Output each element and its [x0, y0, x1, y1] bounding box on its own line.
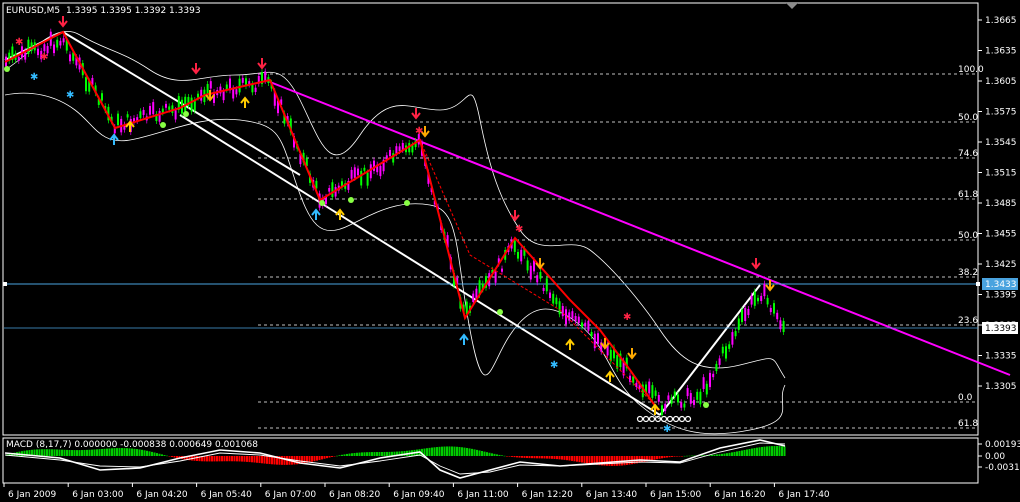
time-tick: 6 Jan 13:40 — [586, 490, 638, 500]
svg-text:✱: ✱ — [663, 424, 671, 435]
macd-tick: 0.00 — [985, 452, 1005, 462]
fibo-level-label: 50.0 — [958, 113, 978, 123]
time-tick: 6 Jan 04:20 — [136, 490, 188, 500]
price-tick: 1.3335 — [985, 352, 1017, 362]
time-tick: 6 Jan 03:00 — [72, 490, 124, 500]
price-line-handle-left[interactable] — [3, 282, 7, 286]
fibo-level-label: 61.8 — [958, 190, 978, 200]
fibo-level-label: 61.8 — [958, 419, 978, 429]
time-tick: 6 Jan 05:40 — [201, 490, 253, 500]
time-tick: 6 Jan 12:20 — [522, 490, 574, 500]
time-tick: 6 Jan 09:40 — [393, 490, 445, 500]
price-tick: 1.3515 — [985, 169, 1017, 179]
current-price-text: 1.3393 — [985, 324, 1017, 334]
price-tick: 1.3605 — [985, 77, 1017, 87]
time-tick: 6 Jan 17:40 — [778, 490, 830, 500]
price-tick: 1.3305 — [985, 382, 1017, 392]
price-tick: 1.3635 — [985, 47, 1017, 57]
fibo-level-label: 38.2 — [958, 268, 978, 278]
fibo-level-label: 100.0 — [958, 65, 984, 75]
svg-text:✱: ✱ — [415, 126, 423, 137]
symbol-title: EURUSD,M5 — [6, 6, 60, 16]
price-line-handle-right[interactable] — [976, 282, 980, 286]
svg-text:✱: ✱ — [623, 312, 631, 323]
fibo-level-label: 23.6 — [958, 316, 978, 326]
time-tick: 6 Jan 2009 — [8, 490, 56, 500]
time-tick: 6 Jan 08:20 — [329, 490, 381, 500]
price-tick: 1.3665 — [985, 16, 1017, 26]
price-tick: 1.3455 — [985, 230, 1017, 240]
time-tick: 6 Jan 16:20 — [714, 490, 766, 500]
price-tick: 1.3545 — [985, 138, 1017, 148]
time-tick: 6 Jan 07:00 — [265, 490, 317, 500]
svg-text:✱: ✱ — [15, 37, 23, 48]
price-tick: 1.3575 — [985, 108, 1017, 118]
fibo-level-label: 74.6 — [958, 149, 978, 159]
time-tick: 6 Jan 11:00 — [457, 490, 509, 500]
ohlc-values: 1.3395 1.3395 1.3392 1.3393 — [66, 6, 201, 16]
svg-text:✱: ✱ — [66, 90, 74, 101]
fibo-level-label: 50.0 — [958, 231, 978, 241]
price-tick: 1.3425 — [985, 260, 1017, 270]
fibo-level-label: 0.0 — [958, 393, 973, 403]
macd-label: MACD (8,17,7) 0.000000 -0.000838 0.00064… — [6, 440, 258, 450]
svg-text:✱: ✱ — [40, 52, 48, 63]
svg-text:✱: ✱ — [515, 224, 523, 235]
line-price-text: 1.3433 — [985, 280, 1017, 290]
time-tick: 6 Jan 15:00 — [650, 490, 702, 500]
macd-tick: 0.00193 — [985, 440, 1020, 450]
price-tick: 1.3395 — [985, 291, 1017, 301]
svg-text:✱: ✱ — [550, 360, 558, 371]
svg-text:✱: ✱ — [30, 72, 38, 83]
price-tick: 1.3485 — [985, 199, 1017, 209]
chart-canvas[interactable]: EURUSD,M5 1.3395 1.3395 1.3392 1.3393 10… — [0, 0, 1020, 502]
macd-tick: -0.0031 — [985, 463, 1020, 473]
